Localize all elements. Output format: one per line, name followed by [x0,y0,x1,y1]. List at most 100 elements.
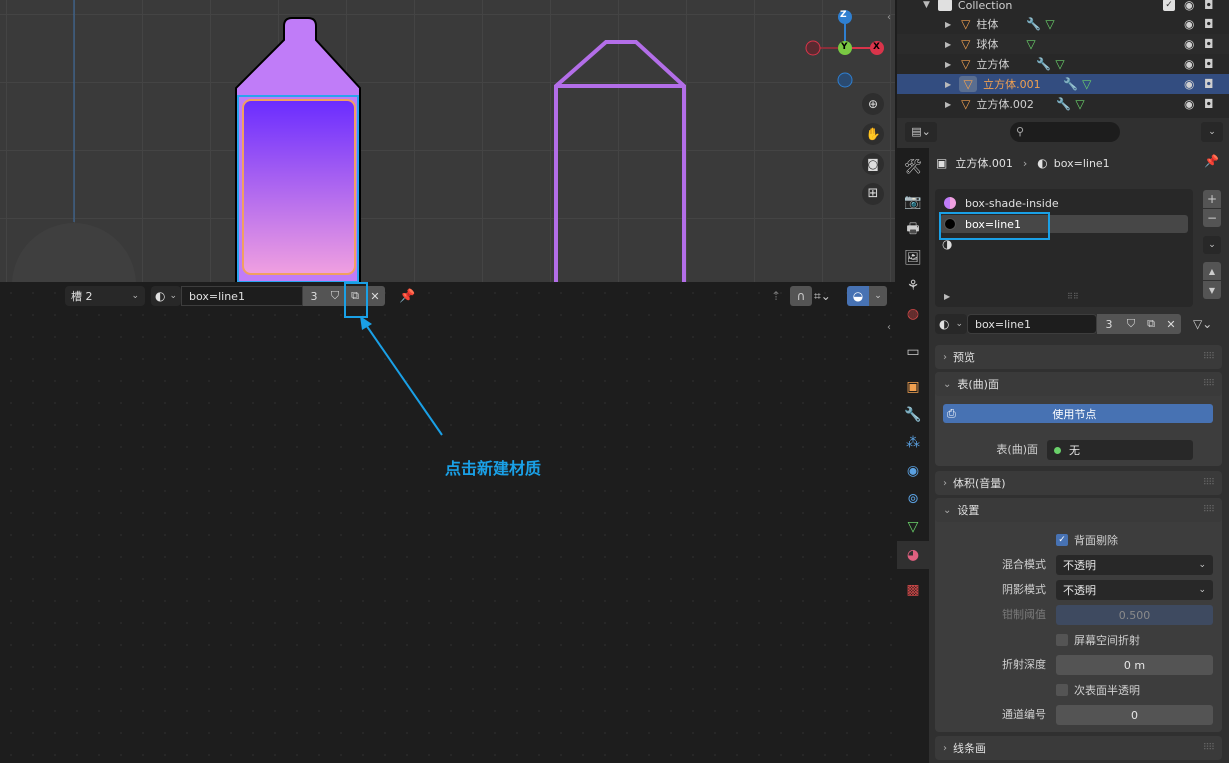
outliner-panel[interactable]: ▼ Collection ✓ ◉ ◘ ▶ ▽ 柱体 🔧 ▽ ◉ ◘ ▶ ▽ 球体… [897,0,1229,118]
material-name-field[interactable]: box=line1 [967,314,1097,334]
collection-row[interactable]: ▼ Collection ✓ ◉ ◘ [897,0,1229,15]
eye-icon[interactable]: ◉ [1184,37,1194,51]
overlay-toggle-icon[interactable]: ◒ [847,286,869,306]
pass-index-field[interactable]: 0 [1056,705,1213,725]
expand-triangle-icon[interactable]: ▶ [945,80,951,89]
node-sidebar-toggle-icon[interactable]: ‹ [887,322,891,333]
material-tab-icon[interactable]: ◕ [897,541,929,569]
zoom-icon[interactable]: ⊕ [862,93,884,115]
expand-triangle-icon[interactable]: ▶ [945,60,951,69]
mesh-data-icon[interactable]: ▽ [1055,57,1064,71]
blend-mode-dropdown[interactable]: 不透明 ⌄ [1056,555,1213,575]
eye-icon[interactable]: ◉ [1184,0,1194,12]
expand-triangle-icon[interactable]: ▶ [945,20,951,29]
use-nodes-button[interactable]: ⎙ 使用节点 [943,404,1213,423]
slot-dropdown[interactable]: 槽 2 ⌄ [65,286,145,306]
constraints-tab-icon[interactable]: ⊚ [897,485,929,513]
outliner-item[interactable]: ▶ ▽ 立方体.002 🔧 ▽ ◉ ◘ [897,94,1229,114]
shadow-mode-dropdown[interactable]: 不透明 ⌄ [1056,580,1213,600]
eye-icon[interactable]: ◉ [1184,77,1194,91]
editor-type-dropdown[interactable]: ▤⌄ [905,122,937,142]
settings-panel-header[interactable]: ⌄ 设置 ⠿⠿ [935,498,1222,522]
drag-grip-icon[interactable]: ⠿⠿ [1203,478,1215,488]
backface-culling-checkbox[interactable]: ✓ 背面剔除 [1056,530,1118,550]
mesh-data-icon[interactable]: ▽ [1026,37,1035,51]
output-tab-icon[interactable]: 🖶 [897,216,929,244]
camera-render-icon[interactable]: ◘ [1204,97,1214,111]
sss-checkbox[interactable]: 次表面半透明 [1056,680,1140,700]
options-chevron-icon[interactable]: ⌄ [1201,122,1223,142]
mesh-data-icon[interactable]: ▽ [1045,17,1054,31]
scene-tab-icon[interactable]: ⚘ [897,272,929,300]
remove-slot-icon[interactable]: − [1203,209,1221,227]
expand-triangle-icon[interactable]: ▶ [945,100,951,109]
collection-checkbox[interactable]: ✓ [1163,0,1175,11]
camera-render-icon[interactable]: ◘ [1204,17,1214,31]
modifier-wrench-icon[interactable]: 🔧 [1063,77,1078,91]
add-slot-icon[interactable]: + [1203,190,1221,208]
camera-render-icon[interactable]: ◘ [1204,37,1214,51]
camera-render-icon[interactable]: ◘ [1204,0,1214,12]
expand-triangle-icon[interactable]: ▼ [923,0,930,10]
expand-triangle-icon[interactable]: ▶ [944,292,950,301]
surface-shader-field[interactable]: 无 [1047,440,1193,460]
eye-icon[interactable]: ◉ [1184,57,1194,71]
material-slot-item[interactable]: box-shade-inside [940,194,1188,212]
world-tab-icon[interactable]: ◍ [897,300,929,328]
material-name-field[interactable]: box=line1 [181,286,303,306]
camera-render-icon[interactable]: ◘ [1204,77,1214,91]
slot-specials-icon[interactable]: ⌄ [1203,236,1221,254]
collection-tab-icon[interactable]: ▭ [897,338,929,366]
physics-tab-icon[interactable]: ◉ [897,457,929,485]
mesh-data-icon[interactable]: ▽ [1082,77,1091,91]
eye-icon[interactable]: ◉ [1184,97,1194,111]
new-material-copy-icon[interactable]: ⧉ [1141,314,1161,334]
tool-tab-icon[interactable]: 🛠 [897,153,929,181]
parent-node-tree-icon[interactable]: ⇡ [766,286,786,306]
empty-slot-icon[interactable]: ◑ [942,237,952,251]
pin-icon[interactable]: 📌 [1204,154,1219,168]
unlink-close-icon[interactable]: ✕ [1161,314,1181,334]
material-browse-button[interactable]: ◐ ⌄ [935,314,967,334]
mesh-data-icon[interactable]: ▽ [1075,97,1084,111]
render-tab-icon[interactable]: 📷 [897,188,929,216]
snap-target-icon[interactable]: ⌗⌄ [814,286,842,306]
overlay-dropdown-icon[interactable]: ⌄ [869,286,887,306]
ortho-grid-icon[interactable]: ⊞ [862,183,884,205]
outliner-item-selected[interactable]: ▶ ▽ 立方体.001 🔧 ▽ ◉ ◘ [897,74,1229,94]
user-count[interactable]: 3 [1097,314,1121,334]
view-layer-tab-icon[interactable]: 🖼 [897,244,929,272]
eye-icon[interactable]: ◉ [1184,17,1194,31]
expand-triangle-icon[interactable]: ▶ [945,40,951,49]
volume-panel-header[interactable]: › 体积(音量) ⠿⠿ [935,471,1222,495]
object-tab-icon[interactable]: ▣ [897,373,929,401]
material-browse-button[interactable]: ◐ ⌄ [151,286,181,306]
outliner-item[interactable]: ▶ ▽ 球体 ▽ ◉ ◘ [897,34,1229,54]
pan-hand-icon[interactable]: ✋ [862,123,884,145]
drag-grip-icon[interactable]: ⠿⠿ [1203,505,1215,515]
clip-threshold-slider[interactable]: 0.500 [1056,605,1213,625]
fake-user-shield-icon[interactable]: ⛉ [1121,314,1141,334]
drag-grip-icon[interactable]: ⠿⠿ [1203,352,1215,362]
preview-panel-header[interactable]: › 预览 ⠿⠿ [935,345,1222,369]
surface-panel-header[interactable]: ⌄ 表(曲)面 ⠿⠿ [935,372,1222,396]
move-up-icon[interactable]: ▲ [1203,262,1221,280]
ssr-checkbox[interactable]: 屏幕空间折射 [1056,630,1140,650]
camera-render-icon[interactable]: ◘ [1204,57,1214,71]
sidebar-toggle-icon[interactable]: ‹ [887,12,891,23]
drag-grip-icon[interactable]: ⠿⠿ [1203,743,1215,753]
modifier-wrench-icon[interactable]: 🔧 [1036,57,1051,71]
outliner-item[interactable]: ▶ ▽ 立方体 🔧 ▽ ◉ ◘ [897,54,1229,74]
fake-user-shield-icon[interactable]: ⛉ [325,286,345,306]
resize-grip-icon[interactable]: ⠿⠿ [1067,292,1079,301]
move-down-icon[interactable]: ▼ [1203,281,1221,299]
data-tab-icon[interactable]: ▽ [897,513,929,541]
modifier-wrench-icon[interactable]: 🔧 [1026,17,1041,31]
lineart-panel-header[interactable]: › 线条画 ⠿⠿ [935,736,1222,760]
drag-grip-icon[interactable]: ⠿⠿ [1203,379,1215,389]
link-type-dropdown[interactable]: ▽⌄ [1193,317,1223,331]
snap-magnet-icon[interactable]: ∩ [790,286,812,306]
modifier-tab-icon[interactable]: 🔧 [897,401,929,429]
outliner-item[interactable]: ▶ ▽ 柱体 🔧 ▽ ◉ ◘ [897,14,1229,34]
particles-tab-icon[interactable]: ⁂ [897,429,929,457]
